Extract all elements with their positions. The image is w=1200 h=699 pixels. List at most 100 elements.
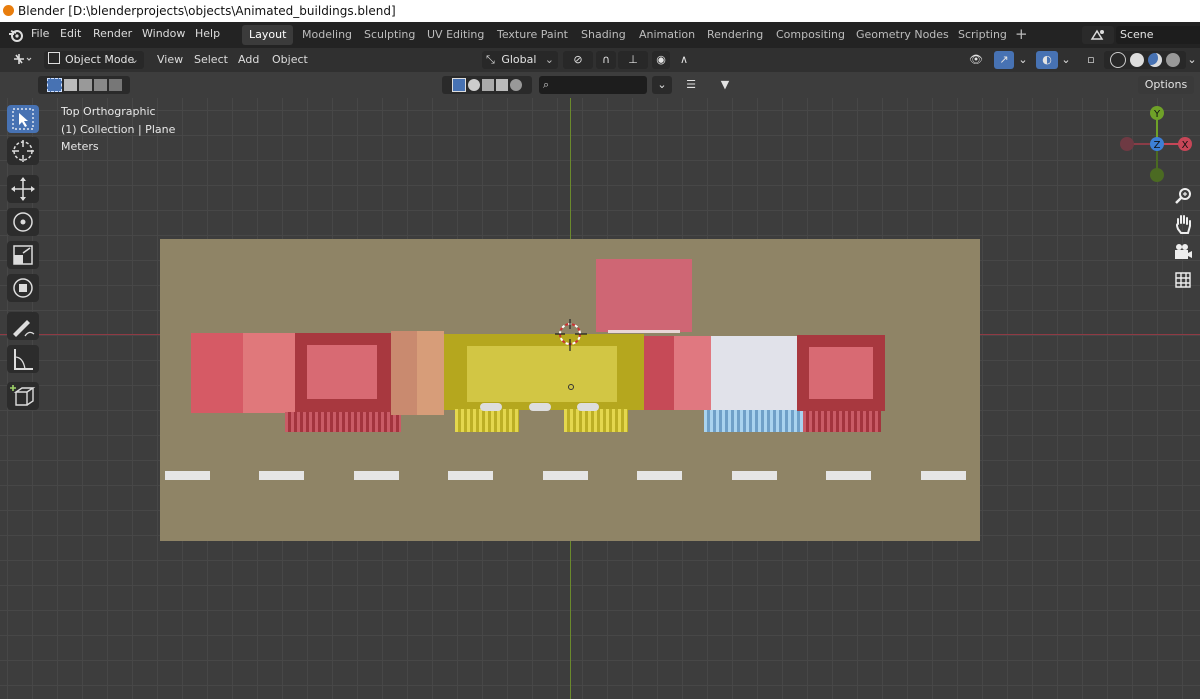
snap-toggle[interactable]: ∩ [596, 51, 616, 69]
mesh-filter-icon[interactable] [452, 78, 466, 92]
tab-texture-paint[interactable]: Texture Paint [490, 25, 575, 45]
tab-modeling[interactable]: Modeling [295, 25, 359, 45]
tab-geometry-nodes[interactable]: Geometry Nodes [849, 25, 956, 45]
funnel-icon: ▼ [720, 78, 730, 91]
navigation-gizmo[interactable]: Y Z X [1116, 100, 1200, 188]
sort-dropdown[interactable]: ☰ [677, 76, 705, 94]
tool-select-box[interactable] [7, 105, 39, 133]
pan-button[interactable] [1170, 212, 1196, 236]
menu-view[interactable]: View [157, 53, 183, 66]
overlays-icon: ◐ [1042, 53, 1052, 66]
proportional-edit-toggle[interactable]: ◉ [652, 51, 670, 69]
tool-measure[interactable] [7, 345, 39, 373]
3d-viewport[interactable]: Top Orthographic (1) Collection | Plane … [0, 98, 1200, 699]
menu-render[interactable]: Render [93, 27, 132, 40]
gizmo-toggle[interactable]: ↗ [994, 51, 1014, 69]
material-preview-icon[interactable] [1148, 53, 1162, 67]
menu-help[interactable]: Help [195, 27, 220, 40]
building-red-3-roof [307, 345, 377, 399]
world-filter-icon[interactable] [496, 79, 508, 91]
wireframe-shading-icon[interactable] [1110, 52, 1126, 68]
add-cube-icon [10, 385, 36, 406]
select-new-icon[interactable] [46, 78, 62, 92]
building-red-2 [243, 333, 295, 413]
search-field[interactable]: ⌕ [539, 76, 647, 94]
shading-dropdown[interactable]: ⌄ [1186, 51, 1198, 69]
tool-rotate[interactable] [7, 208, 39, 236]
light-filter-icon[interactable] [482, 79, 494, 91]
gizmo-dropdown[interactable]: ⌄ [1016, 51, 1030, 69]
search-input[interactable] [559, 77, 645, 93]
move-icon [11, 177, 35, 201]
scene-name-field[interactable]: Scene [1116, 26, 1200, 44]
tab-layout[interactable]: Layout [242, 25, 294, 45]
table-yellow-1 [480, 403, 502, 411]
tool-cursor[interactable] [7, 137, 39, 165]
overlays-dropdown[interactable]: ⌄ [1059, 51, 1073, 69]
camera-view-button[interactable] [1170, 240, 1196, 264]
options-dropdown[interactable]: Options [1138, 76, 1194, 94]
transform-orientation-dropdown[interactable]: ⤡ Global ⌄ [482, 51, 558, 69]
material-filter-icon[interactable] [468, 79, 480, 91]
tool-scale[interactable] [7, 241, 39, 269]
rendered-shading-icon[interactable] [1166, 53, 1180, 67]
xray-toggle[interactable]: ▫ [1082, 51, 1100, 69]
scene-selector-button[interactable] [1082, 26, 1114, 44]
blender-menu-icon[interactable] [8, 27, 24, 43]
3d-cursor-icon[interactable] [555, 319, 587, 351]
snap-increment-icon: ⊥ [628, 53, 638, 66]
filter-dropdown[interactable]: ▼ [710, 76, 740, 94]
solid-shading-icon[interactable] [1130, 53, 1144, 67]
blender-logo-icon [3, 5, 14, 16]
viewport-header: Object Mode ⌄ View Select Add Object ⤡ Gl… [0, 48, 1200, 72]
mode-dropdown[interactable]: Object Mode ⌄ [44, 51, 144, 69]
tab-rendering[interactable]: Rendering [700, 25, 770, 45]
select-intersect-icon[interactable] [108, 79, 122, 91]
tab-animation[interactable]: Animation [632, 25, 702, 45]
road-dash [921, 471, 966, 480]
building-yellow [444, 334, 644, 410]
select-subtract-icon[interactable] [78, 79, 92, 91]
add-workspace-icon[interactable]: + [1015, 25, 1028, 43]
pivot-point-dropdown[interactable]: ⊘ [563, 51, 593, 69]
chevron-down-icon: ⌄ [129, 53, 139, 66]
overlays-toggle[interactable]: ◐ [1036, 51, 1058, 69]
building-back-trim [608, 330, 680, 333]
tab-scripting[interactable]: Scripting [951, 25, 1014, 45]
menu-select[interactable]: Select [194, 53, 228, 66]
road-dash [732, 471, 777, 480]
tab-uv-editing[interactable]: UV Editing [420, 25, 491, 45]
snap-target-dropdown[interactable]: ⊥ [618, 51, 648, 69]
tab-sculpting[interactable]: Sculpting [357, 25, 422, 45]
menu-file[interactable]: File [31, 27, 49, 40]
chevron-down-icon: ⌄ [544, 53, 554, 66]
select-invert-icon[interactable] [93, 79, 107, 91]
tab-compositing[interactable]: Compositing [769, 25, 852, 45]
ortho-toggle-button[interactable] [1170, 268, 1196, 292]
awning-red-2 [803, 411, 881, 432]
orientation-label: Global [501, 53, 537, 66]
select-extend-icon[interactable] [63, 79, 77, 91]
window-titlebar: Blender [D:\blenderprojects\objects\Anim… [0, 0, 1200, 22]
road-dash [826, 471, 871, 480]
tool-transform[interactable] [7, 274, 39, 302]
units-label: Meters [61, 140, 99, 153]
tool-move[interactable] [7, 175, 39, 203]
menu-object[interactable]: Object [272, 53, 308, 66]
visibility-dropdown[interactable]: 👁 [961, 51, 991, 69]
texture-filter-icon[interactable] [510, 79, 522, 91]
building-tan-1 [391, 331, 417, 415]
tool-add-cube[interactable] [7, 382, 39, 410]
menu-edit[interactable]: Edit [60, 27, 81, 40]
zoom-button[interactable] [1170, 184, 1196, 208]
tab-shading[interactable]: Shading [574, 25, 633, 45]
menu-add[interactable]: Add [238, 53, 259, 66]
tool-annotate[interactable] [7, 312, 39, 340]
road-dash [543, 471, 588, 480]
editor-type-button[interactable] [6, 51, 38, 69]
awning-blue [704, 410, 803, 432]
building-red-6 [797, 335, 885, 411]
menu-window[interactable]: Window [142, 27, 185, 40]
falloff-dropdown[interactable]: ∧ [672, 51, 696, 69]
collapse-toggle[interactable]: ⌄ [652, 76, 672, 94]
